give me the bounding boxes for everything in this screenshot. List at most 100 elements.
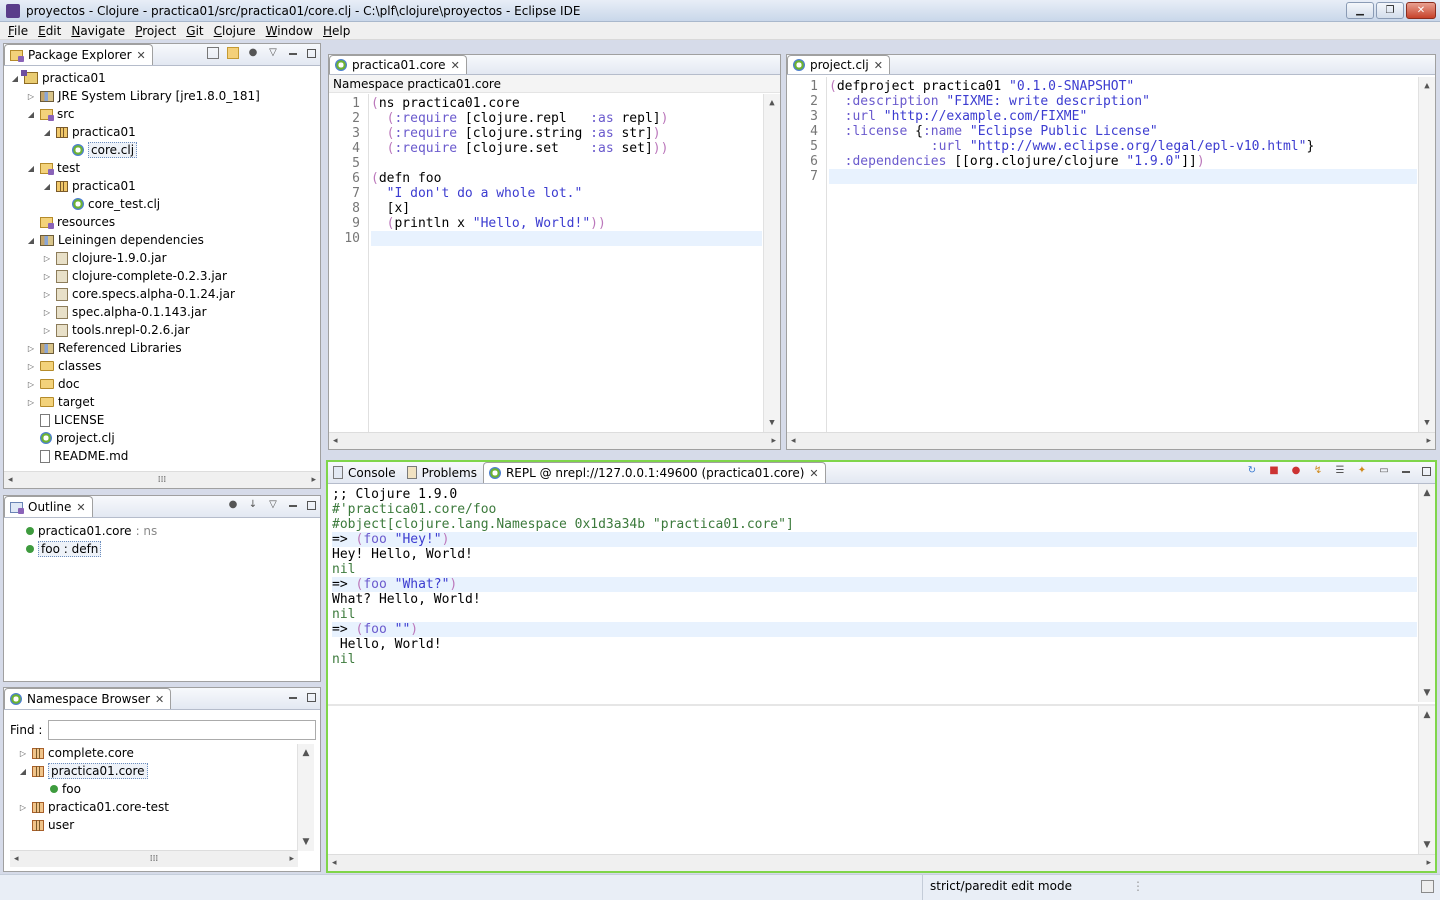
- tree-item[interactable]: ▷ clojure-complete-0.2.3.jar: [10, 267, 320, 285]
- tree-item[interactable]: ▷ clojure-1.9.0.jar: [10, 249, 320, 267]
- menu-help[interactable]: Help: [318, 24, 355, 38]
- collapse-all-icon[interactable]: [207, 47, 219, 59]
- twisty-icon[interactable]: ▷: [42, 272, 52, 281]
- twisty-icon[interactable]: ▷: [42, 308, 52, 317]
- tree-item[interactable]: ◢ src: [10, 105, 320, 123]
- tree-item[interactable]: ▷ target: [10, 393, 320, 411]
- code-editor[interactable]: 1234567 (defproject practica01 "0.1.0-SN…: [787, 77, 1435, 432]
- minimize-button[interactable]: ▁: [1346, 2, 1374, 19]
- close-icon[interactable]: ✕: [451, 59, 460, 72]
- terminate-icon[interactable]: ■: [1268, 465, 1280, 477]
- sort-icon[interactable]: ↓: [247, 499, 259, 511]
- menu-clojure[interactable]: Clojure: [209, 24, 261, 38]
- maximize-view-icon[interactable]: [307, 692, 316, 702]
- twisty-icon[interactable]: ▷: [42, 326, 52, 335]
- tree-item[interactable]: foo: [18, 780, 298, 798]
- twisty-icon[interactable]: ▷: [18, 803, 28, 812]
- tab-console[interactable]: Console: [328, 462, 402, 483]
- vertical-scrollbar[interactable]: ▲ ▼: [297, 744, 314, 851]
- menu-git[interactable]: Git: [181, 24, 208, 38]
- tree-item[interactable]: LICENSE: [10, 411, 320, 429]
- close-icon[interactable]: ✕: [137, 49, 146, 62]
- view-menu-icon[interactable]: ▽: [267, 499, 279, 511]
- view-menu-icon[interactable]: ▽: [267, 47, 279, 59]
- minimize-view-icon[interactable]: [287, 499, 299, 511]
- menu-project[interactable]: Project: [130, 24, 181, 38]
- twisty-icon[interactable]: ◢: [42, 128, 52, 137]
- reconnect-icon[interactable]: ↻: [1246, 465, 1258, 477]
- maximize-button[interactable]: ❐: [1376, 2, 1404, 19]
- twisty-icon[interactable]: ▷: [18, 749, 28, 758]
- tree-item[interactable]: ▷ classes: [10, 357, 320, 375]
- tab-outline[interactable]: Outline ✕: [4, 496, 93, 517]
- find-input[interactable]: [48, 720, 317, 740]
- interrupt-icon[interactable]: ●: [1290, 465, 1302, 477]
- maximize-view-icon[interactable]: [307, 48, 316, 58]
- tab-namespace-browser[interactable]: Namespace Browser ✕: [4, 688, 172, 709]
- tab-project-clj[interactable]: project.clj ✕: [787, 55, 890, 74]
- outline-item-ns[interactable]: practica01.core : ns: [26, 522, 157, 540]
- twisty-icon[interactable]: ◢: [26, 110, 36, 119]
- menu-navigate[interactable]: Navigate: [66, 24, 130, 38]
- tree-item[interactable]: ◢ test: [10, 159, 320, 177]
- tree-item[interactable]: ▷ JRE System Library [jre1.8.0_181]: [10, 87, 320, 105]
- edit-mode-status[interactable]: strict/paredit edit mode: [930, 879, 1072, 893]
- maximize-view-icon[interactable]: [1422, 466, 1431, 476]
- horizontal-scrollbar[interactable]: ◂ ▸: [787, 432, 1435, 449]
- reload-icon[interactable]: ↯: [1312, 465, 1324, 477]
- twisty-icon[interactable]: ◢: [42, 182, 52, 191]
- close-icon[interactable]: ✕: [809, 467, 818, 480]
- tab-practica01-core[interactable]: practica01.core ✕: [329, 55, 467, 74]
- outline-item-foo[interactable]: foo : defn: [26, 540, 157, 558]
- menu-window[interactable]: Window: [261, 24, 318, 38]
- twisty-icon[interactable]: ▷: [26, 92, 36, 101]
- tab-problems[interactable]: Problems: [402, 462, 483, 483]
- horizontal-scrollbar[interactable]: ◂ ⁞⁞⁞ ▸: [4, 471, 320, 488]
- tree-item[interactable]: ▷ doc: [10, 375, 320, 393]
- repl-input-scrollbar[interactable]: ▲ ▼: [1418, 706, 1435, 854]
- tree-item[interactable]: resources: [10, 213, 320, 231]
- focus-icon[interactable]: ●: [227, 499, 239, 511]
- tab-package-explorer[interactable]: Package Explorer ✕: [4, 44, 153, 65]
- minimize-view-icon[interactable]: [1400, 465, 1412, 477]
- tree-item[interactable]: core.clj: [10, 141, 320, 159]
- close-icon[interactable]: ✕: [155, 693, 164, 706]
- link-with-editor-icon[interactable]: [227, 47, 239, 59]
- clear-log-icon[interactable]: ☰: [1334, 465, 1346, 477]
- tree-item[interactable]: core_test.clj: [10, 195, 320, 213]
- twisty-icon[interactable]: ▷: [26, 398, 36, 407]
- tree-item[interactable]: ▷ practica01.core-test: [18, 798, 298, 816]
- breadcrumb[interactable]: Namespace practica01.core: [329, 75, 780, 93]
- tree-item[interactable]: ▷ Referenced Libraries: [10, 339, 320, 357]
- twisty-icon[interactable]: ◢: [18, 767, 28, 776]
- repl-log-scrollbar[interactable]: ▲ ▼: [1418, 484, 1435, 702]
- new-repl-icon[interactable]: ✦: [1356, 465, 1368, 477]
- twisty-icon[interactable]: ▷: [26, 362, 36, 371]
- code-area[interactable]: (ns practica01.core (:require [clojure.r…: [371, 94, 762, 432]
- twisty-icon[interactable]: ▷: [42, 254, 52, 263]
- tree-item[interactable]: ◢ practica01: [10, 69, 320, 87]
- twisty-icon[interactable]: ◢: [10, 74, 20, 83]
- minimize-view-icon[interactable]: [287, 691, 299, 703]
- twisty-icon[interactable]: ▷: [42, 290, 52, 299]
- tree-item[interactable]: ◢ Leiningen dependencies: [10, 231, 320, 249]
- repl-input[interactable]: [332, 710, 1417, 855]
- code-area[interactable]: (defproject practica01 "0.1.0-SNAPSHOT" …: [829, 77, 1417, 432]
- tree-item[interactable]: ◢ practica01: [10, 123, 320, 141]
- repl-log[interactable]: ;; Clojure 1.9.0 #'practica01.core/foo #ob…: [332, 487, 1417, 702]
- maximize-view-icon[interactable]: [307, 500, 316, 510]
- tree-item[interactable]: user: [18, 816, 298, 834]
- repl-splitter[interactable]: [328, 704, 1435, 706]
- tree-item[interactable]: project.clj: [10, 429, 320, 447]
- minimize-view-icon[interactable]: [287, 47, 299, 59]
- tree-item[interactable]: ▷ tools.nrepl-0.2.6.jar: [10, 321, 320, 339]
- twisty-icon[interactable]: ◢: [26, 164, 36, 173]
- close-icon[interactable]: ✕: [76, 501, 85, 514]
- display-icon[interactable]: ▭: [1378, 465, 1390, 477]
- close-icon[interactable]: ✕: [874, 59, 883, 72]
- vertical-scrollbar[interactable]: ▲ ▼: [1418, 77, 1435, 432]
- tree-item[interactable]: README.md: [10, 447, 320, 465]
- vertical-scrollbar[interactable]: ▲ ▼: [763, 94, 780, 432]
- focus-icon[interactable]: ●: [247, 47, 259, 59]
- menu-edit[interactable]: Edit: [33, 24, 66, 38]
